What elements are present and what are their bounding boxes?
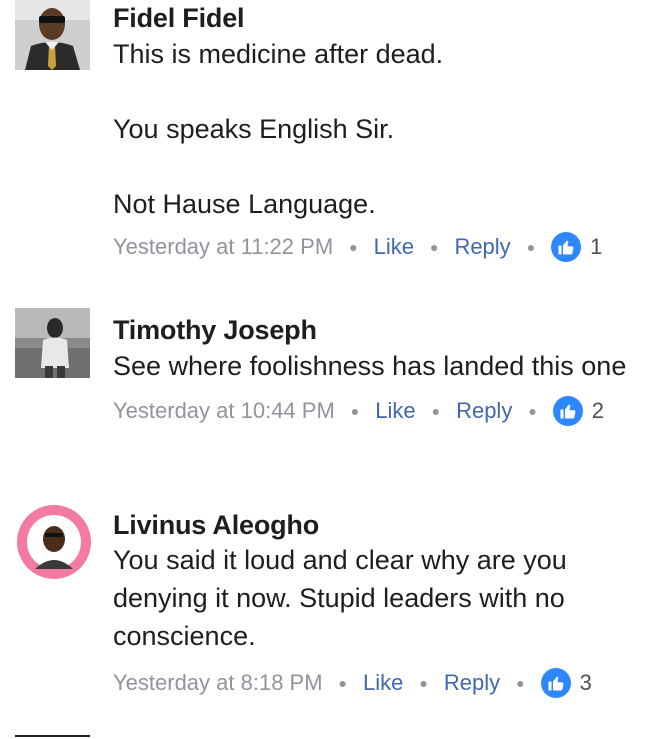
- separator-dot: ●: [419, 675, 428, 691]
- avatar[interactable]: [15, 0, 90, 70]
- separator-dot: ●: [429, 239, 439, 255]
- comment-timestamp[interactable]: Yesterday at 10:44 PM: [113, 398, 335, 424]
- comment-text: You said it loud and clear why are you d…: [113, 541, 643, 655]
- separator-dot: ●: [431, 403, 441, 419]
- separator-dot: ●: [350, 403, 360, 419]
- comment-paragraph: You said it loud and clear why are you d…: [113, 545, 567, 651]
- comment-paragraph: Not Hause Language.: [113, 189, 376, 219]
- comment-paragraph: This is medicine after dead.: [113, 39, 444, 69]
- like-link[interactable]: Like: [374, 234, 414, 260]
- reply-link[interactable]: Reply: [456, 398, 512, 424]
- separator-dot: ●: [516, 675, 525, 691]
- comment-text: See where foolishness has landed this on…: [113, 346, 643, 386]
- separator-dot: ●: [349, 239, 358, 255]
- comment-meta: Yesterday at 8:18 PM ● Like ● Reply ● 3: [113, 668, 649, 698]
- thumbs-up-icon[interactable]: [540, 668, 571, 698]
- comment-text: This is medicine after dead. You speaks …: [113, 36, 649, 223]
- reaction-count[interactable]: 2: [592, 398, 604, 424]
- thumbs-up-icon[interactable]: [551, 232, 582, 262]
- reply-link[interactable]: Reply: [454, 234, 510, 260]
- separator-dot: ●: [338, 675, 348, 691]
- comment-meta: Yesterday at 11:22 PM ● Like ● Reply ● 1: [113, 232, 649, 262]
- next-avatar-edge: [15, 735, 90, 737]
- separator-dot: ●: [526, 239, 536, 255]
- comment-meta: Yesterday at 10:44 PM ● Like ● Reply ● 2: [113, 396, 649, 426]
- avatar[interactable]: [15, 308, 90, 378]
- comment-author[interactable]: Timothy Joseph: [113, 314, 649, 346]
- comment-paragraph: See where foolishness has landed this on…: [113, 351, 627, 381]
- separator-dot: ●: [528, 403, 537, 419]
- avatar[interactable]: [15, 503, 93, 581]
- reply-link[interactable]: Reply: [444, 670, 500, 696]
- comment-author[interactable]: Fidel Fidel: [113, 2, 649, 34]
- like-link[interactable]: Like: [363, 670, 403, 696]
- like-link[interactable]: Like: [375, 398, 415, 424]
- comment-paragraph: You speaks English Sir.: [113, 114, 395, 144]
- comment-timestamp[interactable]: Yesterday at 8:18 PM: [113, 670, 323, 696]
- reaction-count[interactable]: 3: [580, 670, 592, 696]
- comment-author[interactable]: Livinus Aleogho: [113, 509, 649, 541]
- thumbs-up-icon[interactable]: [552, 396, 583, 426]
- reaction-count[interactable]: 1: [590, 234, 602, 260]
- comment-timestamp[interactable]: Yesterday at 11:22 PM: [113, 234, 333, 260]
